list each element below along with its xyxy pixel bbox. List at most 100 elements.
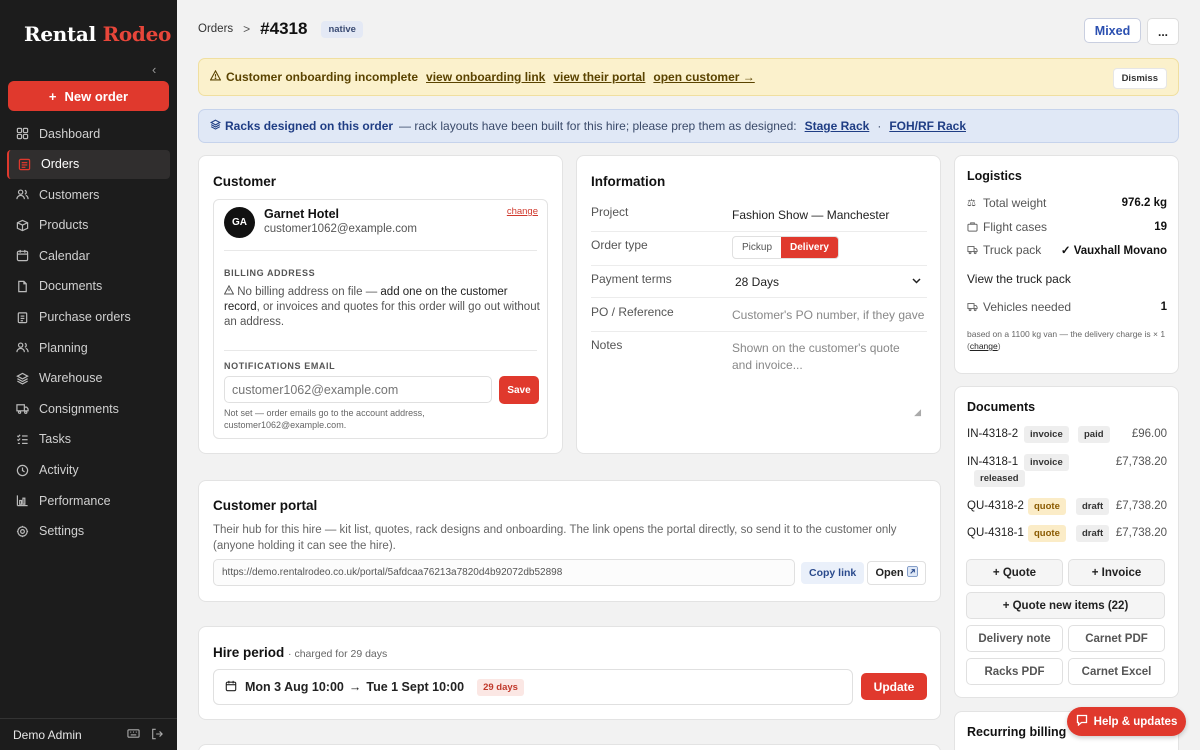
- gear-icon: [15, 524, 29, 538]
- doc-amount: £7,738.20: [1115, 456, 1167, 468]
- sidebar-item-planning[interactable]: Planning: [7, 333, 170, 362]
- customer-email: customer1062@example.com: [264, 223, 417, 235]
- user-name[interactable]: Demo Admin: [13, 728, 82, 742]
- logout-icon[interactable]: [151, 728, 163, 743]
- notes-input[interactable]: Shown on the customer's quote and invoic…: [732, 340, 912, 373]
- po-reference-row: PO / Reference Customer's PO number, if …: [591, 299, 927, 332]
- recurring-billing-heading: Recurring billing: [967, 725, 1067, 739]
- hire-period-picker[interactable]: Mon 3 Aug 10:00 → Tue 1 Sept 10:00 29 da…: [213, 669, 853, 705]
- change-delivery-link[interactable]: change: [970, 341, 998, 351]
- pickup-option[interactable]: Pickup: [733, 237, 781, 258]
- carnet-pdf-button[interactable]: Carnet PDF: [1068, 625, 1165, 652]
- vehicles-note: based on a 1100 kg van — the delivery ch…: [967, 329, 1166, 351]
- sidebar-item-products[interactable]: Products: [7, 211, 170, 240]
- sidebar-item-settings[interactable]: Settings: [7, 517, 170, 546]
- racks-description: — rack layouts have been built for this …: [399, 119, 797, 133]
- doc-type-tag: quote: [1028, 525, 1066, 542]
- keyboard-icon[interactable]: [127, 728, 140, 743]
- logistics-card: Logistics ⚖ Total weight 976.2 kg Flight c…: [954, 155, 1179, 374]
- plus-icon: +: [48, 88, 57, 104]
- breadcrumb: Orders > #4318 native: [198, 19, 363, 39]
- open-portal-button[interactable]: Open: [867, 561, 926, 585]
- chat-icon: [1076, 714, 1088, 729]
- clock-icon: [15, 463, 29, 477]
- doc-status-tag: draft: [1076, 498, 1110, 515]
- project-row: Project Fashion Show — Manchester: [591, 204, 927, 232]
- racks-banner: Racks designed on this order — rack layo…: [198, 109, 1179, 143]
- order-type-row: Order type Pickup Delivery: [591, 236, 927, 266]
- sidebar-item-purchase-orders[interactable]: Purchase orders: [7, 303, 170, 332]
- save-button[interactable]: Save: [499, 376, 539, 404]
- view-truck-pack-link[interactable]: View the truck pack: [967, 272, 1071, 286]
- add-quote-button[interactable]: + Quote: [966, 559, 1063, 586]
- vehicles-needed-row: Vehicles needed 1: [967, 300, 1167, 314]
- total-weight-row: ⚖ Total weight 976.2 kg: [967, 196, 1167, 210]
- delivery-note-button[interactable]: Delivery note: [966, 625, 1063, 652]
- sidebar-item-calendar[interactable]: Calendar: [7, 241, 170, 270]
- calendar-icon: [15, 249, 29, 263]
- doc-status-tag: draft: [1076, 525, 1110, 542]
- project-value[interactable]: Fashion Show — Manchester: [732, 208, 889, 222]
- onboarding-banner: Customer onboarding incomplete view onbo…: [198, 58, 1179, 96]
- sidebar-item-tasks[interactable]: Tasks: [7, 425, 170, 454]
- breadcrumb-orders-link[interactable]: Orders: [198, 23, 233, 35]
- mixed-button[interactable]: Mixed: [1084, 18, 1141, 43]
- dismiss-button[interactable]: Dismiss: [1112, 68, 1167, 89]
- next-card: [198, 744, 941, 750]
- add-invoice-button[interactable]: + Invoice: [1068, 559, 1165, 586]
- sidebar-item-performance[interactable]: Performance: [7, 486, 170, 515]
- arrow: →: [348, 680, 362, 694]
- quote-new-items-button[interactable]: + Quote new items (22): [966, 592, 1165, 619]
- chevron-down-icon[interactable]: [912, 276, 921, 286]
- view-portal-link[interactable]: view their portal: [553, 70, 645, 84]
- carnet-excel-button[interactable]: Carnet Excel: [1068, 658, 1165, 685]
- resize-handle-icon[interactable]: ◢: [914, 407, 921, 418]
- sidebar-item-activity[interactable]: Activity: [7, 456, 170, 485]
- notifications-email-input[interactable]: [224, 376, 492, 403]
- documents-card: Documents IN-4318-2 invoice paid £96.00 …: [954, 386, 1179, 698]
- view-onboarding-link[interactable]: view onboarding link: [426, 70, 545, 84]
- sidebar-item-orders[interactable]: Orders: [7, 149, 170, 179]
- help-updates-button[interactable]: Help & updates: [1067, 707, 1186, 736]
- document-row[interactable]: IN-4318-2 invoice paid £96.00: [967, 426, 1167, 446]
- more-options-button[interactable]: ...: [1147, 18, 1179, 45]
- open-customer-link[interactable]: open customer →: [653, 70, 754, 84]
- document-row[interactable]: QU-4318-1 quote draft £7,738.20: [967, 525, 1167, 545]
- documents-heading: Documents: [967, 400, 1036, 414]
- flight-cases-row: Flight cases 19: [967, 220, 1167, 234]
- racks-pdf-button[interactable]: Racks PDF: [966, 658, 1063, 685]
- box-icon: [15, 218, 29, 232]
- sidebar-nav: Dashboard Orders Customers Products Cale…: [7, 119, 170, 547]
- customer-heading: Customer: [213, 174, 277, 189]
- document-icon: [15, 279, 29, 293]
- payment-terms-select[interactable]: 28 Days: [735, 275, 779, 289]
- scale-icon: ⚖: [967, 197, 976, 209]
- stage-rack-link[interactable]: Stage Rack: [805, 119, 870, 133]
- sidebar-item-warehouse[interactable]: Warehouse: [7, 364, 170, 393]
- notifications-email-label: NOTIFICATIONS EMAIL: [224, 361, 336, 371]
- new-order-button[interactable]: + New order: [8, 81, 169, 111]
- change-customer-link[interactable]: change: [507, 206, 538, 217]
- sidebar-item-customers[interactable]: Customers: [7, 180, 170, 209]
- truck-pack-value: ✓ Vauxhall Movano: [1060, 245, 1167, 257]
- sidebar-item-consignments[interactable]: Consignments: [7, 394, 170, 423]
- racks-title: Racks designed on this order: [225, 119, 394, 133]
- notes-label: Notes: [591, 338, 623, 352]
- foh-rf-rack-link[interactable]: FOH/RF Rack: [889, 119, 966, 133]
- document-row[interactable]: IN-4318-1 invoice released £7,738.20: [967, 454, 1167, 488]
- copy-link-button[interactable]: Copy link: [801, 562, 865, 584]
- brand-logo[interactable]: Rental Rodeo: [24, 22, 171, 46]
- sidebar-item-dashboard[interactable]: Dashboard: [7, 119, 170, 148]
- information-heading: Information: [591, 174, 666, 189]
- po-reference-input[interactable]: Customer's PO number, if they gave: [732, 308, 924, 322]
- collapse-sidebar-icon[interactable]: ‹: [152, 62, 156, 77]
- hire-end: Tue 1 Sept 10:00: [366, 680, 465, 694]
- document-row[interactable]: QU-4318-2 quote draft £7,738.20: [967, 498, 1167, 518]
- avatar: GA: [224, 207, 255, 238]
- portal-url-field[interactable]: https://demo.rentalrodeo.co.uk/portal/5a…: [213, 559, 795, 586]
- information-card: Information Project Fashion Show — Manch…: [576, 155, 941, 454]
- grid-icon: [15, 127, 29, 141]
- update-button[interactable]: Update: [861, 673, 927, 700]
- delivery-option[interactable]: Delivery: [781, 237, 838, 258]
- sidebar-item-documents[interactable]: Documents: [7, 272, 170, 301]
